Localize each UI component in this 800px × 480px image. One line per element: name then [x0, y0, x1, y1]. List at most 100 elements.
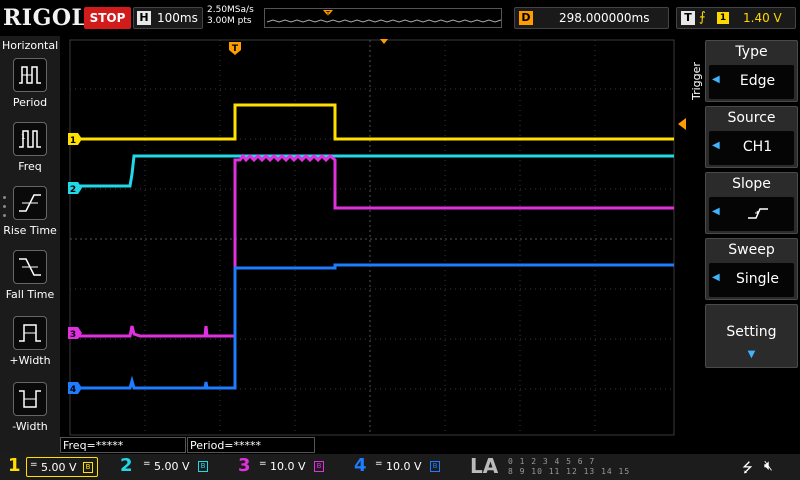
speaker-mute-icon[interactable]: 🔇︎ [764, 458, 773, 474]
measure-item-label: Fall Time [5, 288, 55, 301]
trigger-position-marker: T [229, 42, 241, 55]
trigger-source-badge: 1 [717, 12, 729, 24]
acquisition-info: 2.50MSa/s 3.00M pts [207, 5, 254, 27]
menu-button-value-box: ◀ Single [709, 263, 794, 297]
ch4-level-marker: 4 [68, 382, 82, 395]
trigger-source-button[interactable]: Source ◀ CH1 [705, 106, 798, 168]
freq-measurement[interactable]: Freq=***** [60, 437, 186, 453]
measure-item-rise-time[interactable]: Rise Time [0, 186, 60, 250]
memory-depth: 3.00M pts [207, 16, 252, 26]
measure-item-label: -Width [12, 420, 48, 433]
dc-coupling-icon: = [30, 460, 38, 470]
timebase-value: 100ms [157, 11, 198, 25]
bandwidth-limit-icon: B [314, 461, 324, 472]
delay-badge: D [519, 11, 533, 25]
channel-status-bar: 1 = 5.00 V B 2 = 5.00 V B 3 = 10.0 V B 4… [0, 454, 800, 480]
graticule-center-axes [70, 40, 674, 435]
usb-icon: ⭍ [742, 461, 753, 476]
delay-display[interactable]: D 298.000000ms [514, 7, 669, 29]
trigger-menu-title: Trigger [690, 62, 703, 100]
bandwidth-limit-icon: B [83, 462, 93, 473]
measure-item-label: Period [12, 96, 48, 109]
measure-item-label: +Width [9, 354, 51, 367]
left-arrow-icon: ◀ [712, 206, 720, 217]
left-arrow-icon: ◀ [712, 74, 720, 85]
measure-menu-title: Horizontal [2, 39, 59, 52]
ch4-scale-box[interactable]: = 10.0 V B [372, 457, 444, 477]
measure-item-fall-time[interactable]: Fall Time [0, 250, 60, 314]
center-time-marker [380, 39, 388, 44]
top-status-bar: RIGOL STOP H 100ms 2.50MSa/s 3.00M pts T… [0, 0, 800, 36]
rising-edge-icon: ⨍ [699, 10, 706, 25]
ch3-number[interactable]: 3 [238, 455, 251, 476]
dc-coupling-icon: = [259, 459, 267, 469]
measure-item-freq[interactable]: 1 Freq [0, 122, 60, 186]
measure-item-period[interactable]: Period [0, 58, 60, 122]
delay-value: 298.000000ms [559, 11, 650, 25]
trigger-level-marker [678, 118, 686, 130]
menu-button-label: Sweep [728, 242, 775, 258]
down-arrow-icon: ▼ [747, 349, 756, 360]
measure-item-label: Freq [18, 160, 42, 173]
period-measurement[interactable]: Period=***** [187, 437, 315, 453]
trigger-sweep-value: Single [735, 271, 780, 287]
trigger-level-value: 1.40 V [743, 11, 782, 25]
svg-text:3: 3 [70, 330, 76, 340]
trigger-sweep-button[interactable]: Sweep ◀ Single [705, 238, 798, 300]
ch2-trace [70, 154, 674, 188]
fall-time-icon [13, 250, 47, 284]
trigger-badge: T [681, 11, 695, 25]
ch4-number[interactable]: 4 [354, 455, 367, 476]
svg-text:1: 1 [21, 133, 25, 141]
rising-edge-icon [723, 205, 792, 225]
period-icon [13, 58, 47, 92]
ch2-level-marker: 2 [68, 182, 82, 195]
rise-time-icon [13, 186, 47, 220]
ch4-trace [70, 263, 674, 390]
measure-item-positive-width[interactable]: +Width [0, 316, 60, 380]
dc-coupling-icon: = [375, 459, 383, 469]
measure-item-negative-width[interactable]: -Width [0, 382, 60, 446]
timebase-display[interactable]: H 100ms [133, 7, 203, 29]
left-arrow-icon: ◀ [712, 272, 720, 283]
trigger-type-value: Edge [739, 73, 776, 89]
logic-analyzer-label[interactable]: LA [470, 454, 498, 478]
menu-button-value-box: ◀ CH1 [709, 131, 794, 165]
freq-icon: 1 [13, 122, 47, 156]
measure-menu: Horizontal Period 1 Freq Rise Time Fall … [0, 36, 60, 454]
svg-text:T: T [232, 44, 239, 54]
ch3-scale-box[interactable]: = 10.0 V B [256, 457, 328, 477]
waveform-display[interactable]: T 1 2 3 4 [60, 36, 686, 436]
negative-width-icon [13, 382, 47, 416]
ch2-number[interactable]: 2 [120, 455, 133, 476]
menu-button-label: Slope [732, 176, 771, 192]
ch1-number[interactable]: 1 [8, 455, 21, 476]
brand-logo: RIGOL [3, 5, 88, 31]
ch3-scale: 10.0 V [270, 460, 306, 473]
bandwidth-limit-icon: B [198, 461, 208, 472]
trigger-type-button[interactable]: Type ◀ Edge [705, 40, 798, 102]
menu-button-value-box: ◀ Edge [709, 65, 794, 99]
ch1-scale: 5.00 V [41, 461, 77, 474]
ch1-scale-box[interactable]: = 5.00 V B [26, 457, 98, 477]
waveform-canvas: T 1 2 3 4 [68, 39, 686, 436]
trigger-display[interactable]: T ⨍ 1 1.40 V [676, 7, 796, 29]
graticule-border [69, 39, 675, 436]
ch2-scale: 5.00 V [154, 460, 190, 473]
measure-item-label: Rise Time [3, 224, 57, 237]
run-stop-indicator[interactable]: STOP [84, 7, 131, 29]
dc-coupling-icon: = [143, 459, 151, 469]
ch2-scale-box[interactable]: = 5.00 V B [140, 457, 212, 477]
bandwidth-limit-icon: B [430, 461, 440, 472]
memory-overview-bar[interactable]: T [264, 8, 502, 28]
svg-text:T: T [325, 10, 331, 18]
trigger-setting-button[interactable]: Setting ▼ [705, 304, 798, 368]
horizontal-badge: H [137, 11, 151, 25]
menu-button-label: Setting [726, 324, 777, 340]
trigger-menu: Trigger Type ◀ Edge Source ◀ CH1 Slope ◀… [686, 36, 800, 436]
menu-button-label: Source [727, 110, 776, 126]
trigger-slope-button[interactable]: Slope ◀ [705, 172, 798, 234]
svg-text:2: 2 [70, 185, 76, 195]
positive-width-icon [13, 316, 47, 350]
svg-text:1: 1 [70, 136, 76, 146]
